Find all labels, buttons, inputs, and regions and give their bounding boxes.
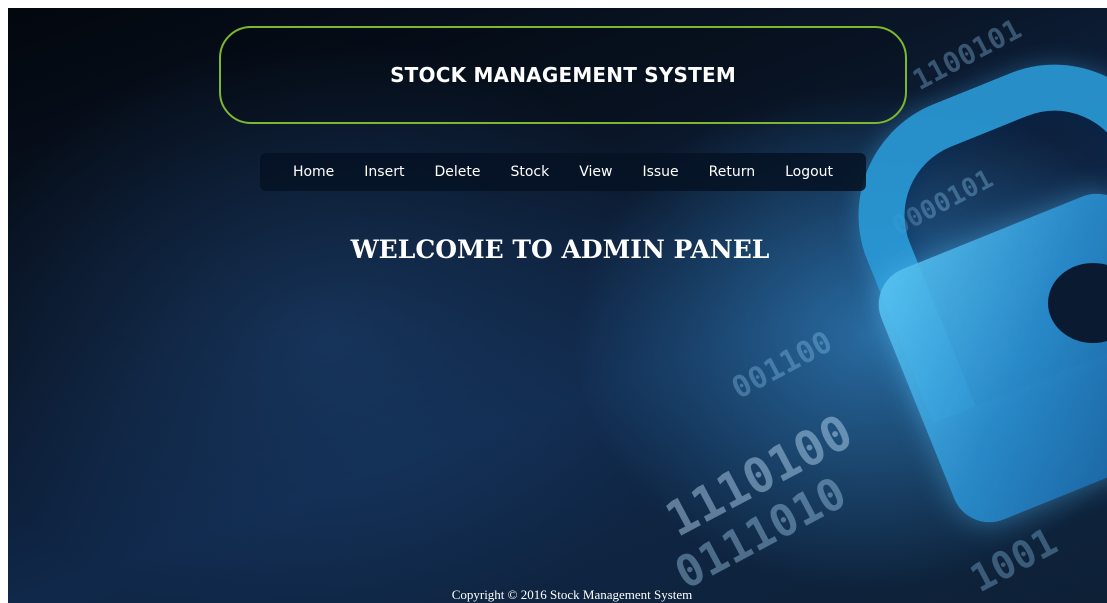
welcome-heading: WELCOME TO ADMIN PANEL	[350, 234, 770, 264]
nav-item-view[interactable]: View	[564, 164, 627, 180]
site-header: STOCK MANAGEMENT SYSTEM	[219, 26, 907, 124]
main-navigation: Home Insert Delete Stock View Issue Retu…	[260, 153, 866, 191]
nav-item-home[interactable]: Home	[278, 164, 349, 180]
nav-item-delete[interactable]: Delete	[419, 164, 495, 180]
nav-item-logout[interactable]: Logout	[770, 164, 848, 180]
nav-item-return[interactable]: Return	[694, 164, 770, 180]
binary-digits-decoration: 001100	[726, 324, 839, 407]
nav-item-insert[interactable]: Insert	[349, 164, 419, 180]
nav-item-issue[interactable]: Issue	[627, 164, 693, 180]
site-title: STOCK MANAGEMENT SYSTEM	[390, 63, 736, 87]
footer-copyright: Copyright © 2016 Stock Management System	[451, 587, 693, 602]
page-background: 001100 1100101 0000101 1110100 0111010 1…	[8, 8, 1107, 603]
nav-item-stock[interactable]: Stock	[495, 164, 564, 180]
